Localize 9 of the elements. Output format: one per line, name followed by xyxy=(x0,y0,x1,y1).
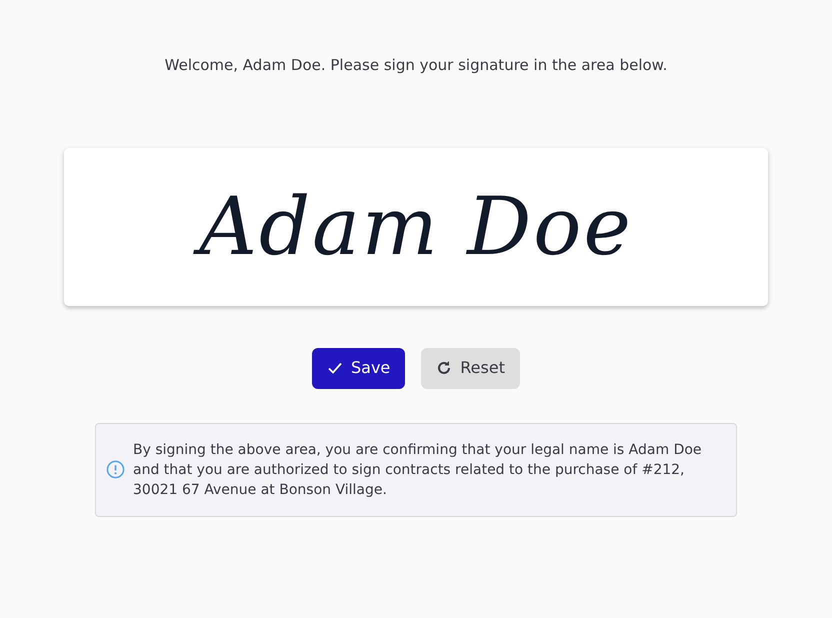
signature: Adam Doe xyxy=(185,174,647,278)
refresh-icon xyxy=(436,360,452,376)
check-icon xyxy=(327,360,343,376)
save-button[interactable]: Save xyxy=(312,348,406,388)
reset-button[interactable]: Reset xyxy=(421,348,520,388)
signature-pad[interactable]: Adam Doe xyxy=(64,148,768,306)
notice-text: By signing the above area, you are confirming that your legal name is Adam Doe and that you are authorized to sign contracts related to the purchase of #212, 30021 67 Avenue at Bonson Village. xyxy=(133,440,703,500)
info-icon xyxy=(106,460,125,479)
welcome-text: Welcome, Adam Doe. Please sign your signature in the area below. xyxy=(164,55,668,76)
